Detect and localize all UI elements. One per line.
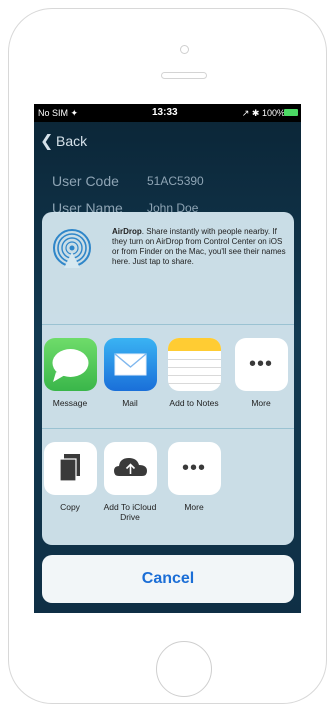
share-app-label: Message	[52, 398, 88, 408]
icloud-upload-icon	[103, 442, 157, 495]
home-button[interactable]	[156, 641, 212, 697]
battery-icon	[284, 109, 298, 116]
share-app-label: Mail	[122, 398, 138, 408]
front-camera	[180, 45, 189, 54]
share-app-mail[interactable]: Mail	[100, 338, 160, 408]
action-label: Copy	[60, 502, 80, 512]
more-icon: •••	[167, 442, 221, 495]
back-button[interactable]: Back	[56, 133, 87, 149]
earpiece-speaker	[161, 72, 207, 79]
action-more[interactable]: ••• More	[164, 442, 224, 512]
field-value: 51AC5390	[147, 174, 204, 188]
action-copy[interactable]: Copy	[42, 442, 100, 512]
screen: No SIM ✦ 13:33 ↗ ✱ 100% ❮ Back User Code…	[34, 104, 301, 613]
clock: 13:33	[152, 107, 178, 118]
airdrop-title: AirDrop	[112, 227, 142, 236]
chevron-left-icon[interactable]: ❮	[40, 131, 53, 151]
field-label: User Code	[52, 173, 119, 189]
divider	[42, 324, 294, 325]
share-app-message[interactable]: Message	[42, 338, 100, 408]
cancel-button[interactable]: Cancel	[42, 555, 294, 603]
airdrop-section[interactable]: AirDrop. Share instantly with people nea…	[42, 212, 294, 324]
share-app-label: More	[251, 398, 271, 408]
more-icon: •••	[234, 338, 288, 391]
notes-icon	[167, 338, 221, 391]
copy-icon	[43, 442, 97, 495]
status-indicators: ↗ ✱ 100%	[241, 108, 285, 118]
share-app-notes[interactable]: Add to Notes	[164, 338, 224, 408]
action-label: More	[184, 502, 204, 512]
airdrop-description: AirDrop. Share instantly with people nea…	[112, 227, 290, 267]
share-app-more[interactable]: ••• More	[231, 338, 291, 408]
share-app-label: Add to Notes	[169, 398, 219, 408]
share-sheet: AirDrop. Share instantly with people nea…	[42, 212, 294, 545]
carrier-label: No SIM ✦	[38, 108, 79, 118]
status-bar: No SIM ✦ 13:33 ↗ ✱ 100%	[34, 104, 301, 122]
mail-icon	[103, 338, 157, 391]
action-icloud-drive[interactable]: Add To iCloud Drive	[100, 442, 160, 522]
divider	[42, 428, 294, 429]
field-user-code: User Code 51AC5390	[52, 173, 204, 189]
airdrop-icon	[53, 229, 91, 268]
action-label: Add To iCloud Drive	[103, 502, 157, 522]
message-icon	[43, 338, 97, 391]
